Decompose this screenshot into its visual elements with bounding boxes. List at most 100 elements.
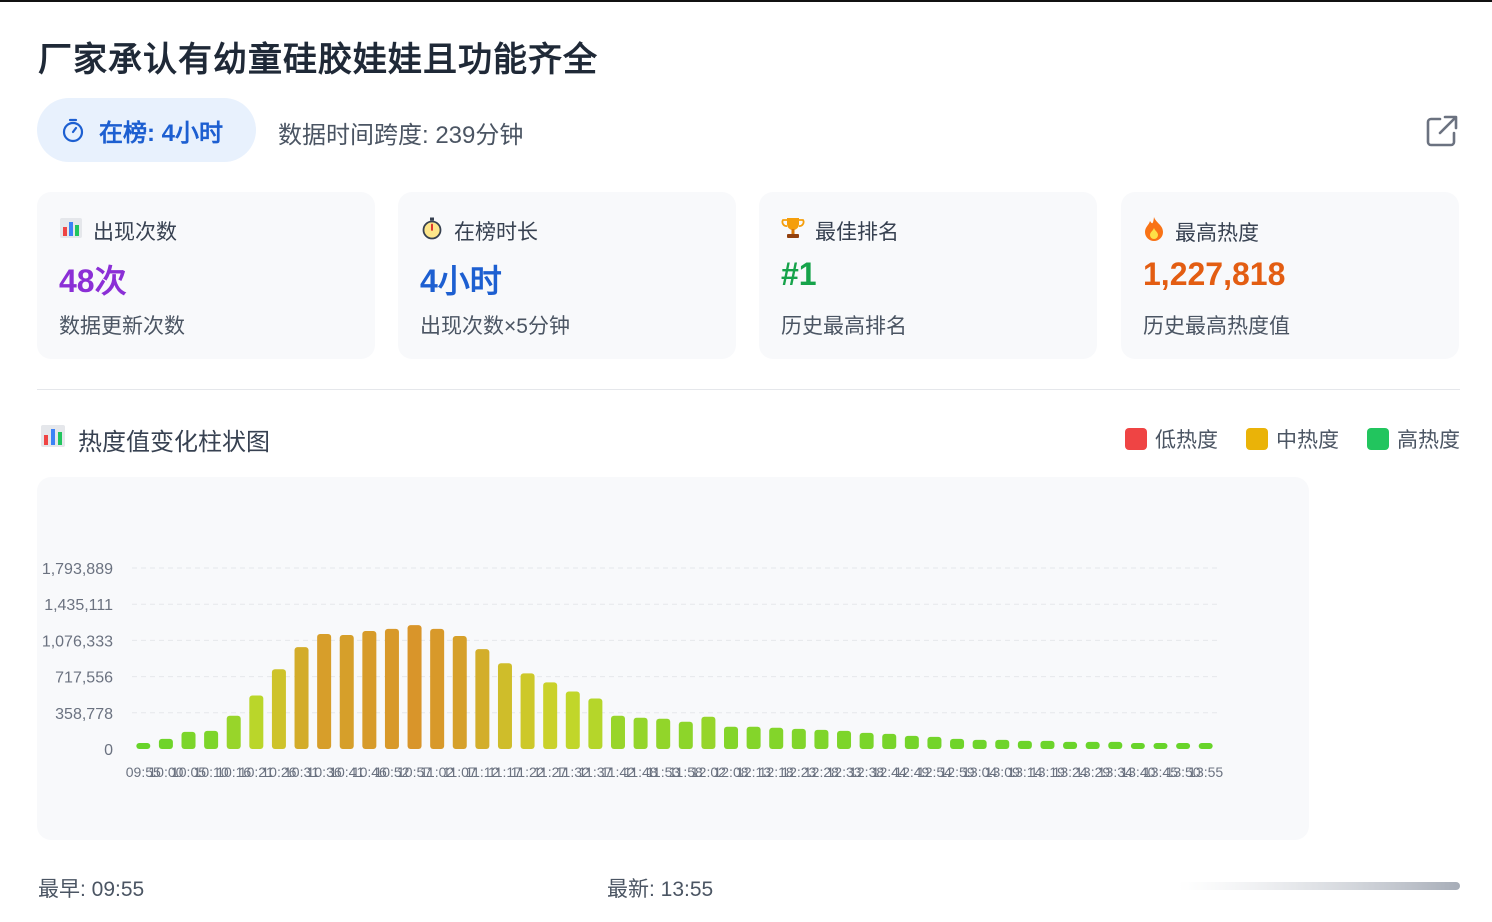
bar: [972, 739, 987, 749]
stat-card-best-rank: 最佳排名 #1 历史最高排名: [759, 192, 1097, 359]
bar: [407, 625, 422, 749]
bar: [588, 698, 603, 749]
stat-value: 1,227,818: [1143, 256, 1286, 292]
stat-label: 最佳排名: [815, 221, 899, 244]
chart-legend: 低热度 中热度 高热度: [1125, 424, 1460, 454]
bar: [1153, 742, 1168, 749]
stat-subtext: 历史最高排名: [781, 315, 907, 338]
y-tick-label: 358,778: [55, 706, 113, 723]
bar: [565, 691, 580, 749]
bar: [430, 628, 445, 749]
bar: [475, 649, 490, 749]
bar: [610, 715, 625, 749]
y-tick-label: 1,076,333: [42, 633, 113, 650]
legend-swatch: [1125, 428, 1147, 450]
stat-value: 48次: [59, 263, 127, 299]
bar: [1130, 742, 1145, 749]
bar: [204, 730, 219, 749]
bar: [158, 738, 173, 749]
chart-section-title: 热度值变化柱状图: [40, 422, 270, 457]
stat-card-max-heat: 最高热度 1,227,818 历史最高热度值: [1121, 192, 1459, 359]
bar-chart-icon: [40, 424, 66, 455]
chart-panel: 0 358,778 717,556 1,076,333 1,435,111 1,793,8…: [37, 477, 1309, 840]
bar: [678, 721, 693, 749]
bar-chart-icon: [59, 217, 83, 245]
bar: [746, 726, 761, 749]
stat-label: 在榜时长: [454, 221, 538, 244]
earliest-time: 最早: 09:55: [38, 878, 145, 901]
stat-label: 最高热度: [1175, 222, 1259, 245]
bar: [769, 727, 784, 749]
bar: [1108, 741, 1123, 749]
stopwatch-icon: [61, 117, 85, 143]
stat-card-appearances: 出现次数 48次 数据更新次数: [37, 192, 375, 359]
stat-subtext: 历史最高热度值: [1143, 315, 1290, 338]
stat-value: 4小时: [420, 263, 502, 299]
bar: [995, 739, 1010, 749]
stat-label: 出现次数: [93, 221, 177, 244]
bar: [859, 732, 874, 749]
bar: [362, 630, 377, 749]
bar: [814, 729, 829, 749]
bar: [927, 736, 942, 749]
bar: [791, 728, 806, 749]
bar: [837, 730, 852, 749]
bar: [1198, 742, 1213, 749]
fire-icon: [1143, 216, 1165, 248]
bar: [656, 718, 671, 749]
faded-footer-decoration: [1178, 876, 1460, 894]
y-tick-label: 1,793,889: [42, 561, 113, 578]
bar: [136, 742, 151, 749]
legend-item-high: 高热度: [1367, 424, 1460, 454]
bar: [181, 731, 196, 749]
legend-item-low: 低热度: [1125, 424, 1218, 454]
bar: [543, 682, 558, 749]
legend-label: 中热度: [1276, 429, 1339, 452]
stopwatch-icon: [420, 216, 444, 246]
bar: [520, 673, 535, 749]
bar: [497, 663, 512, 749]
on-list-duration-label: 在榜: 4小时: [99, 119, 224, 147]
x-tick-label: 13:55: [1188, 764, 1223, 780]
page-title: 厂家承认有幼童硅胶娃娃且功能齐全: [38, 41, 598, 79]
y-tick-label: 0: [104, 742, 113, 759]
bar: [317, 633, 332, 749]
bar: [249, 695, 264, 749]
bar: [271, 669, 286, 749]
bar: [452, 635, 467, 749]
bar: [1176, 742, 1191, 749]
data-time-span: 数据时间跨度: 239分钟: [278, 122, 524, 149]
bar: [294, 647, 309, 749]
bar: [1017, 740, 1032, 749]
legend-item-mid: 中热度: [1246, 424, 1339, 454]
bar: [384, 628, 399, 749]
bar: [882, 733, 897, 749]
latest-time: 最新: 13:55: [607, 878, 714, 901]
bar: [701, 716, 716, 749]
bar: [1040, 740, 1055, 749]
on-list-duration-pill: 在榜: 4小时: [37, 98, 256, 162]
stat-value: #1: [781, 256, 817, 292]
legend-label: 高热度: [1397, 429, 1460, 452]
bar: [633, 717, 648, 749]
heat-bar-chart: 0 358,778 717,556 1,076,333 1,435,111 1,793,8…: [42, 561, 1224, 780]
bar: [226, 715, 241, 749]
y-tick-label: 717,556: [55, 670, 113, 687]
stat-subtext: 出现次数×5分钟: [420, 315, 570, 338]
bar: [724, 726, 739, 749]
stat-card-duration: 在榜时长 4小时 出现次数×5分钟: [398, 192, 736, 359]
bar: [950, 738, 965, 749]
legend-label: 低热度: [1155, 429, 1218, 452]
legend-swatch: [1246, 428, 1268, 450]
y-tick-label: 1,435,111: [44, 597, 113, 614]
trophy-icon: [781, 216, 805, 246]
stat-subtext: 数据更新次数: [59, 315, 185, 338]
external-link-icon[interactable]: [1424, 113, 1460, 149]
bar: [339, 634, 354, 749]
bar: [904, 735, 919, 749]
bar: [1063, 741, 1078, 749]
section-divider: [37, 389, 1460, 390]
legend-swatch: [1367, 428, 1389, 450]
chart-title-label: 热度值变化柱状图: [78, 429, 270, 456]
bar: [1085, 741, 1100, 749]
